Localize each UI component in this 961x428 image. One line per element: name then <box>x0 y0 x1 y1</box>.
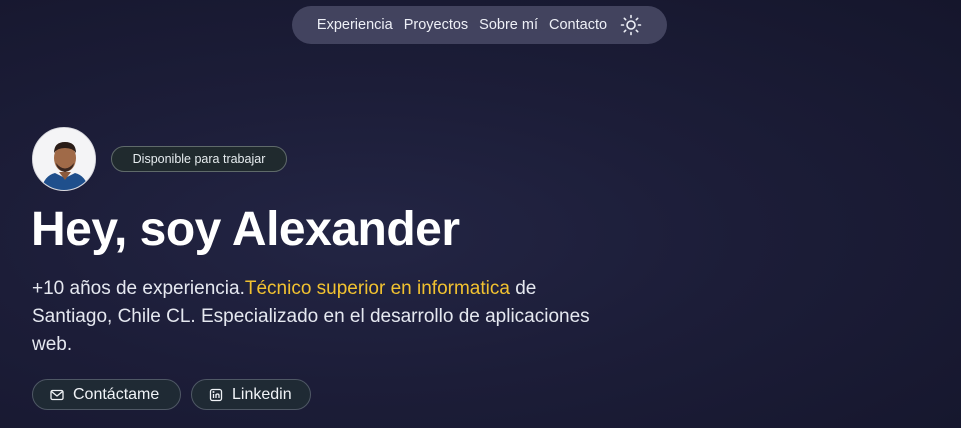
linkedin-button[interactable]: Linkedin <box>191 379 311 410</box>
mail-icon <box>49 387 65 403</box>
linkedin-button-label: Linkedin <box>232 385 292 403</box>
page-title: Hey, soy Alexander <box>31 203 460 256</box>
nav-link-experiencia[interactable]: Experiencia <box>317 17 393 33</box>
avatar <box>32 127 96 191</box>
top-navigation: Experiencia Proyectos Sobre mí Contacto <box>292 6 667 44</box>
linkedin-icon <box>208 387 224 403</box>
hero-description: +10 años de experiencia.Técnico superior… <box>32 275 612 359</box>
description-intro: +10 años de experiencia. <box>32 278 245 299</box>
sun-icon[interactable] <box>620 14 642 36</box>
nav-link-sobre-mi[interactable]: Sobre mí <box>479 17 538 33</box>
contact-button-label: Contáctame <box>73 385 160 403</box>
nav-link-contacto[interactable]: Contacto <box>549 17 607 33</box>
contact-button[interactable]: Contáctame <box>32 379 181 410</box>
nav-link-proyectos[interactable]: Proyectos <box>404 17 468 33</box>
description-highlight: Técnico superior en informatica <box>244 278 510 299</box>
availability-badge: Disponible para trabajar <box>111 146 287 172</box>
